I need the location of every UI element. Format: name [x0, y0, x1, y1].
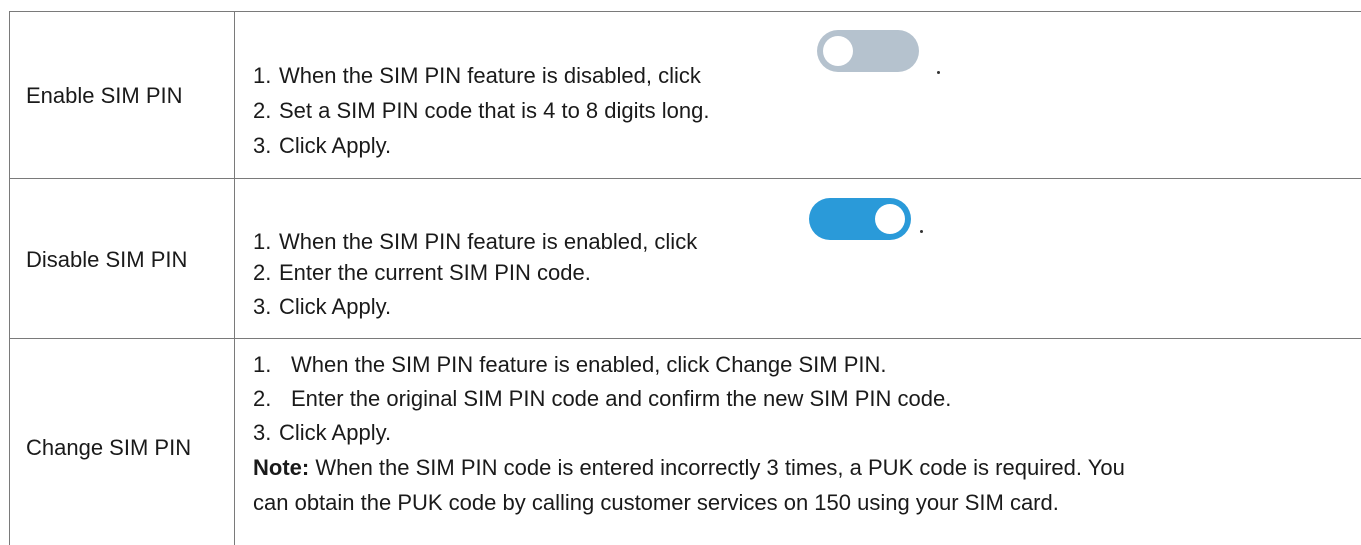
- note-label: Note:: [253, 455, 310, 480]
- list-item: 1. When the SIM PIN feature is enabled, c…: [253, 229, 698, 254]
- row-divider: [9, 338, 1361, 339]
- table-border-left: [9, 11, 10, 545]
- row-label-disable-sim-pin: Disable SIM PIN: [26, 247, 188, 272]
- row-divider: [9, 178, 1361, 179]
- list-item: 2. Enter the current SIM PIN code.: [253, 260, 591, 285]
- list-item: 2. Set a SIM PIN code that is 4 to 8 digi…: [253, 98, 710, 123]
- list-item: 3. Click Apply.: [253, 420, 392, 445]
- table-border-top: [9, 11, 1361, 12]
- list-item: 1. When the SIM PIN feature is disabled, …: [253, 63, 701, 88]
- list-item: 2. Enter the original SIM PIN code and co…: [253, 386, 952, 411]
- sim-pin-toggle-on-icon: [809, 198, 911, 240]
- period-mark: [937, 71, 940, 74]
- note-text: Note: When the SIM PIN code is entered i…: [253, 455, 1125, 480]
- list-item: 3. Click Apply.: [253, 294, 392, 319]
- sim-pin-toggle-off-icon: [817, 30, 919, 72]
- column-divider: [234, 11, 235, 545]
- row-label-change-sim-pin: Change SIM PIN: [26, 435, 192, 460]
- note-text-continued: can obtain the PUK code by calling custo…: [253, 490, 1059, 515]
- toggle-knob: [875, 204, 905, 234]
- sim-pin-table: Enable SIM PIN 1. When the SIM PIN featur…: [9, 11, 1361, 545]
- list-item: 3. Click Apply.: [253, 133, 392, 158]
- row-label-enable-sim-pin: Enable SIM PIN: [26, 83, 183, 108]
- list-item: 1. When the SIM PIN feature is enabled, c…: [253, 352, 887, 377]
- period-mark: [920, 230, 923, 233]
- toggle-knob: [823, 36, 853, 66]
